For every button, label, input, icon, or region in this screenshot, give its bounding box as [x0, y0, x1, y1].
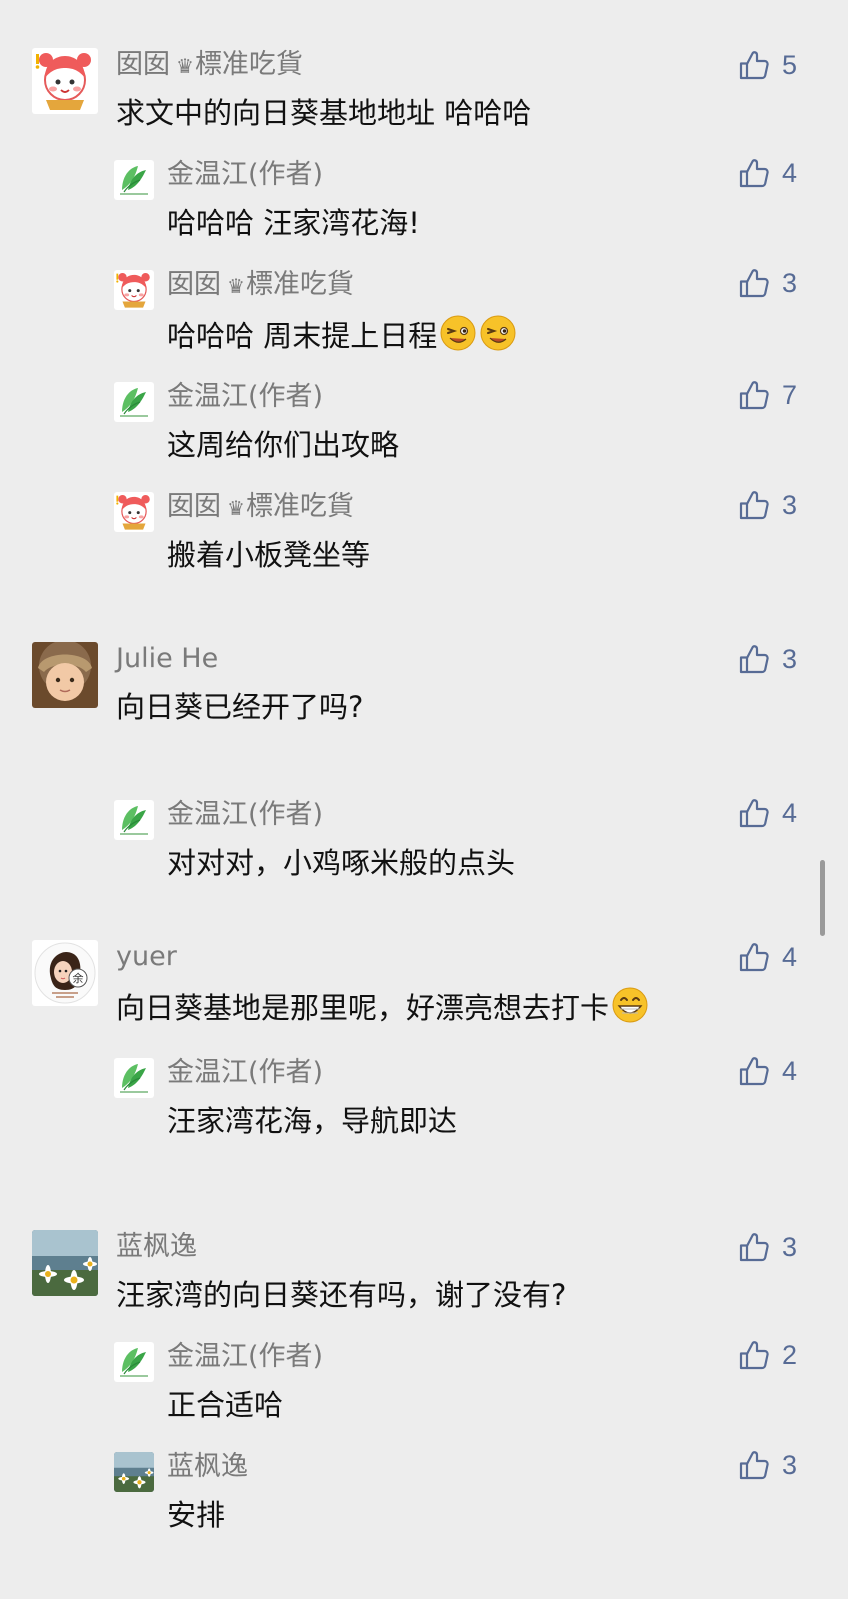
comment-text-row: 向日葵基地是那里呢，好漂亮想去打卡	[116, 986, 649, 1027]
comment-text: 求文中的向日葵基地地址 哈哈哈	[116, 96, 532, 130]
comment-text: 汪家湾的向日葵还有吗，谢了没有?	[116, 1278, 567, 1312]
reply-author[interactable]: 囡囡 ♛標准吃貨	[167, 490, 354, 525]
scrollbar-thumb[interactable]	[820, 860, 825, 936]
author-avatar-leaf[interactable]	[114, 1342, 154, 1382]
user-avatar-flowers[interactable]	[114, 1452, 154, 1492]
thumbs-up-icon	[738, 1231, 770, 1263]
reply-text: 正合适哈	[167, 1388, 284, 1422]
user-badge: 標准吃貨	[245, 269, 354, 300]
author-avatar-leaf[interactable]	[114, 800, 154, 840]
thumbs-up-icon	[738, 157, 770, 189]
reply-text: 哈哈哈 周末提上日程	[167, 319, 438, 353]
like-button[interactable]: 3	[738, 642, 797, 676]
reply-author[interactable]: 金温江(作者)	[167, 158, 323, 192]
like-count: 3	[782, 489, 798, 520]
like-button[interactable]: 5	[738, 48, 797, 82]
comment-author[interactable]: Julie He	[116, 642, 218, 676]
like-button[interactable]: 7	[738, 378, 797, 412]
user-avatar-cartoon[interactable]	[32, 48, 98, 114]
comment-author[interactable]: 蓝枫逸	[116, 1230, 197, 1264]
crown-icon: ♛	[227, 496, 245, 520]
wink-emoji-icon	[479, 314, 517, 352]
user-avatar-photo[interactable]	[32, 642, 98, 708]
comment-author[interactable]: yuer	[116, 940, 177, 974]
thumbs-up-icon	[738, 941, 770, 973]
reply-author[interactable]: 金温江(作者)	[167, 1340, 323, 1374]
thumbs-up-icon	[738, 49, 770, 81]
thumbs-up-icon	[738, 1055, 770, 1087]
like-count: 4	[782, 797, 798, 828]
like-count: 2	[782, 1339, 798, 1370]
thumbs-up-icon	[738, 643, 770, 675]
author-avatar-leaf[interactable]	[114, 160, 154, 200]
thumbs-up-icon	[738, 797, 770, 829]
grin-emoji-icon	[611, 986, 649, 1024]
reply-author[interactable]: 金温江(作者)	[167, 798, 323, 832]
like-count: 3	[782, 267, 798, 298]
like-button[interactable]: 3	[738, 488, 797, 522]
reply-author[interactable]: 囡囡 ♛標准吃貨	[167, 268, 354, 303]
user-badge: 標准吃貨	[194, 49, 303, 80]
comment-text: 向日葵已经开了吗?	[116, 690, 364, 724]
thumbs-up-icon	[738, 379, 770, 411]
thumbs-up-icon	[738, 1449, 770, 1481]
reply-author[interactable]: 金温江(作者)	[167, 380, 323, 414]
like-button[interactable]: 4	[738, 1054, 797, 1088]
user-avatar-cartoon[interactable]	[114, 492, 154, 532]
like-button[interactable]: 2	[738, 1338, 797, 1372]
wink-emoji-icon	[439, 314, 477, 352]
reply-text: 这周给你们出攻略	[167, 428, 400, 462]
thumbs-up-icon	[738, 489, 770, 521]
comment-author[interactable]: 囡囡 ♛標准吃貨	[116, 48, 303, 83]
reply-author[interactable]: 金温江(作者)	[167, 1056, 323, 1090]
like-count: 5	[782, 49, 798, 80]
like-count: 4	[782, 941, 798, 972]
like-count: 7	[782, 379, 798, 410]
like-button[interactable]: 3	[738, 1230, 797, 1264]
user-badge: 標准吃貨	[245, 491, 354, 522]
like-button[interactable]: 3	[738, 266, 797, 300]
user-avatar-flowers[interactable]	[32, 1230, 98, 1296]
reply-text: 哈哈哈 汪家湾花海!	[167, 206, 420, 240]
author-avatar-leaf[interactable]	[114, 382, 154, 422]
thumbs-up-icon	[738, 267, 770, 299]
comment-text: 向日葵基地是那里呢，好漂亮想去打卡	[116, 991, 610, 1025]
like-button[interactable]: 4	[738, 156, 797, 190]
reply-author[interactable]: 蓝枫逸	[167, 1450, 248, 1484]
user-avatar-cartoon[interactable]	[114, 270, 154, 310]
like-count: 3	[782, 1231, 798, 1262]
like-button[interactable]: 4	[738, 796, 797, 830]
author-avatar-leaf[interactable]	[114, 1058, 154, 1098]
reply-text: 安排	[167, 1498, 226, 1532]
crown-icon: ♛	[176, 54, 194, 78]
reply-text: 对对对，小鸡啄米般的点头	[167, 846, 516, 880]
reply-text-row: 哈哈哈 周末提上日程	[167, 314, 517, 355]
user-avatar-illustration[interactable]	[32, 940, 98, 1006]
like-count: 4	[782, 157, 798, 188]
crown-icon: ♛	[227, 274, 245, 298]
like-count: 3	[782, 1449, 798, 1480]
like-button[interactable]: 4	[738, 940, 797, 974]
like-button[interactable]: 3	[738, 1448, 797, 1482]
thumbs-up-icon	[738, 1339, 770, 1371]
reply-text: 汪家湾花海，导航即达	[167, 1104, 458, 1138]
like-count: 3	[782, 643, 798, 674]
reply-text: 搬着小板凳坐等	[167, 538, 371, 572]
like-count: 4	[782, 1055, 798, 1086]
